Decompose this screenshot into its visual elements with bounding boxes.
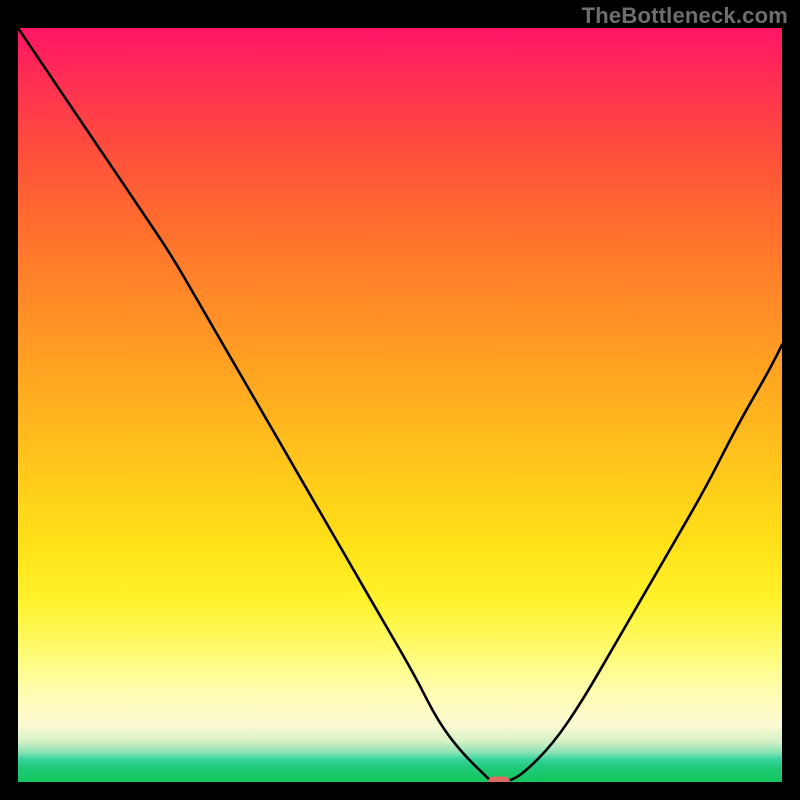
optimal-point-marker [488, 777, 510, 783]
bottleneck-curve-line [18, 28, 782, 782]
watermark-text: TheBottleneck.com [582, 3, 788, 29]
chart-plot-area [18, 28, 782, 782]
curve-svg [18, 28, 782, 782]
